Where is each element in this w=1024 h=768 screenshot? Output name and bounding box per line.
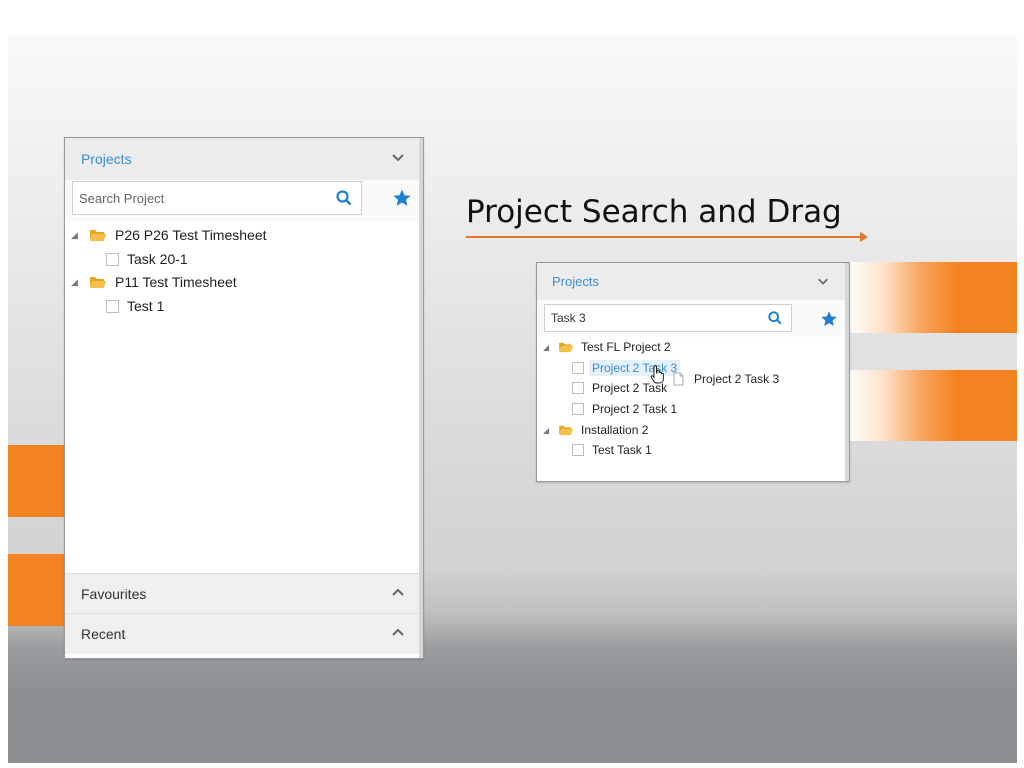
favourites-section[interactable]: Favourites <box>65 573 419 613</box>
projects-panel-left: Projects ◢ P26 P26 Test Timesheet Task 2… <box>64 137 424 659</box>
tree-node-label: Test Task 1 <box>592 443 652 457</box>
star-icon[interactable] <box>820 310 838 328</box>
orange-gradient-stripe <box>846 262 1017 333</box>
expand-triangle-icon[interactable]: ◢ <box>71 230 85 241</box>
projects-header[interactable]: Projects <box>65 138 419 180</box>
chevron-up-icon[interactable] <box>391 586 405 603</box>
search-input[interactable] <box>545 305 791 331</box>
tree-node-label: Project 2 Task 3 <box>589 360 681 376</box>
search-field[interactable] <box>544 304 792 332</box>
task-checkbox[interactable] <box>572 403 584 415</box>
projects-panel-right: Projects ◢ Test FL Project 2 Project 2 T… <box>536 262 850 482</box>
tree-node-label: Installation 2 <box>581 423 649 437</box>
expand-triangle-icon[interactable]: ◢ <box>71 277 85 288</box>
expand-triangle-icon[interactable]: ◢ <box>543 426 555 435</box>
search-icon[interactable] <box>335 189 353 207</box>
search-icon[interactable] <box>767 310 783 326</box>
favourites-label: Favourites <box>81 585 147 602</box>
tree-node-label: P26 P26 Test Timesheet <box>115 227 267 243</box>
search-row <box>537 300 845 337</box>
orange-stripe <box>8 554 68 626</box>
tree-node-task[interactable]: Task 20-1 <box>106 251 188 267</box>
task-checkbox[interactable] <box>572 382 584 394</box>
projects-header-label: Projects <box>81 151 132 167</box>
arrow-head-icon <box>860 232 868 242</box>
tree-node-task[interactable]: Test 1 <box>106 298 164 314</box>
arrow-line <box>466 236 862 238</box>
task-checkbox[interactable] <box>106 252 119 266</box>
recent-section[interactable]: Recent <box>65 613 419 654</box>
hand-cursor-icon <box>650 364 666 384</box>
drag-ghost-label: Project 2 Task 3 <box>694 372 780 386</box>
tree-node-label: Project 2 Task 1 <box>592 402 678 416</box>
tree-node-project[interactable]: ◢ Test FL Project 2 <box>543 340 671 354</box>
tree-node-task[interactable]: Project 2 Task 1 <box>572 402 677 416</box>
chevron-down-icon[interactable] <box>391 150 405 167</box>
slide-headline: Project Search and Drag <box>466 194 842 230</box>
folder-open-icon <box>89 275 107 289</box>
recent-label: Recent <box>81 626 126 642</box>
projects-header-label: Projects <box>552 274 599 289</box>
tree-node-project[interactable]: ◢ P11 Test Timesheet <box>71 274 237 290</box>
search-field[interactable] <box>72 181 362 215</box>
projects-header[interactable]: Projects <box>537 263 845 300</box>
search-input[interactable] <box>73 182 361 214</box>
tree-node-task[interactable]: Test Task 1 <box>572 443 652 457</box>
folder-open-icon <box>89 228 107 242</box>
search-row <box>65 180 419 222</box>
scrollbar[interactable] <box>845 263 849 481</box>
orange-gradient-stripe <box>846 370 1017 441</box>
chevron-down-icon[interactable] <box>817 275 829 290</box>
tree-node-project[interactable]: ◢ P26 P26 Test Timesheet <box>71 227 267 243</box>
orange-stripe <box>8 445 68 517</box>
scrollbar[interactable] <box>419 138 423 658</box>
drag-ghost: Project 2 Task 3 <box>673 372 779 386</box>
folder-open-icon <box>558 424 574 436</box>
task-checkbox[interactable] <box>106 299 119 313</box>
tree-node-label: Test FL Project 2 <box>581 340 671 354</box>
tree-node-label: Test 1 <box>127 298 165 314</box>
tree-node-label: Task 20-1 <box>127 251 188 267</box>
task-checkbox[interactable] <box>572 444 584 456</box>
folder-open-icon <box>558 341 574 353</box>
tree-node-label: P11 Test Timesheet <box>115 274 237 290</box>
star-icon[interactable] <box>392 188 412 208</box>
chevron-up-icon[interactable] <box>391 626 405 643</box>
expand-triangle-icon[interactable]: ◢ <box>543 343 555 352</box>
task-checkbox[interactable] <box>572 362 584 374</box>
tree-node-project[interactable]: ◢ Installation 2 <box>543 423 648 437</box>
document-icon <box>673 372 684 386</box>
